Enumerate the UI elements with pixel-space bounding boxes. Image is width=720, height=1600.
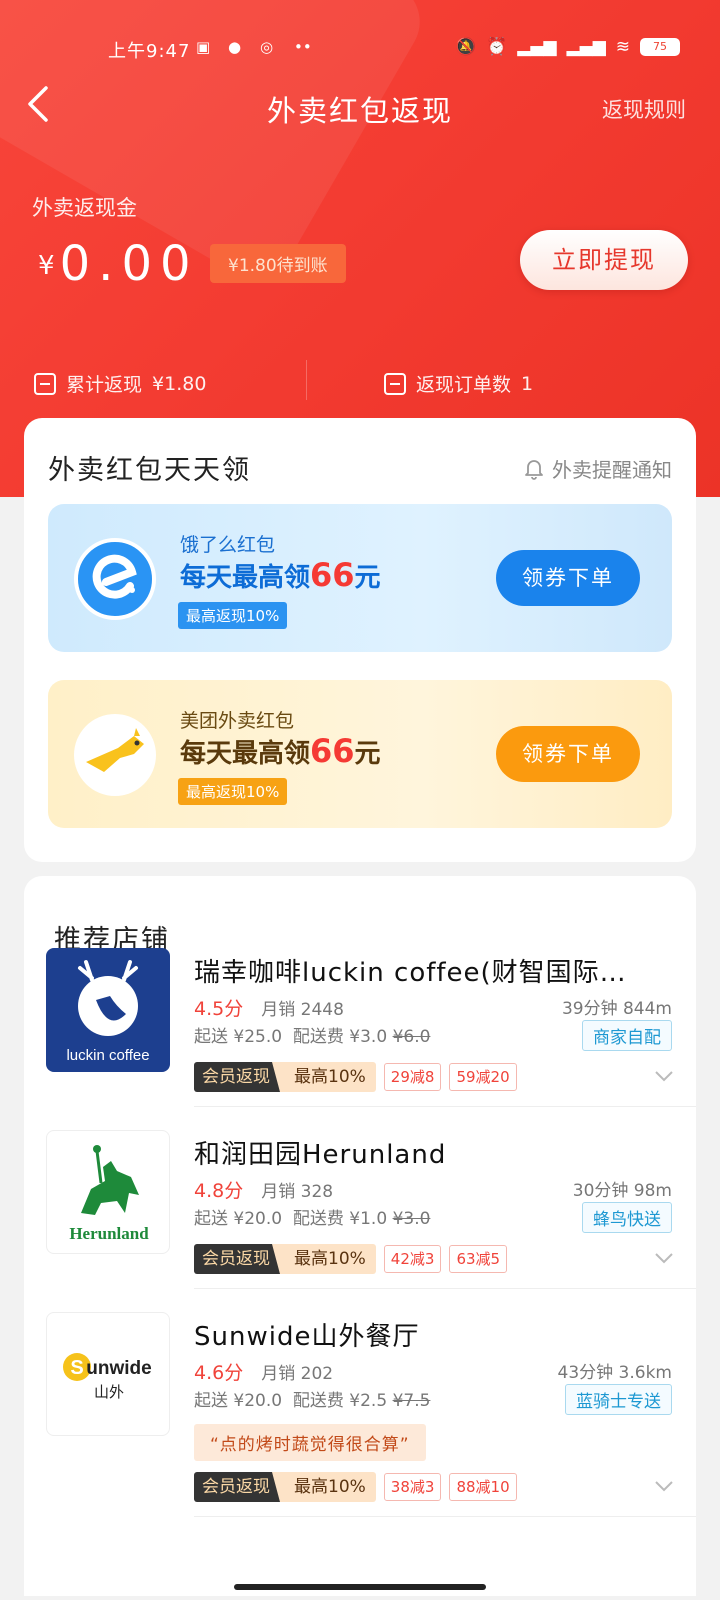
wifi-icon: ≋: [615, 37, 630, 57]
delivery-fee-old: ¥3.0: [392, 1209, 431, 1229]
eleme-brand: 饿了么红包: [180, 534, 276, 556]
delivery-fee-old: ¥6.0: [392, 1027, 431, 1047]
luckin-logo-icon: luckin coffee: [46, 948, 170, 1072]
top-nav: 外卖红包返现 返现规则: [0, 80, 720, 136]
withdraw-button[interactable]: 立即提现: [520, 230, 688, 290]
delivery-fee: 配送费 ¥1.0: [292, 1209, 388, 1229]
coupon-tag: 38减3: [383, 1473, 442, 1501]
chevron-down-icon[interactable]: [654, 1066, 674, 1087]
shop-item[interactable]: Herunland 和润田园Herunland 4.8分 月销 328 30分钟 …: [24, 1130, 696, 1312]
battery-icon: 75: [640, 38, 680, 56]
review-snippet: “点的烤时蔬觉得很合算”: [194, 1424, 426, 1461]
vip-cashback-tag: 会员返现 最高10%: [194, 1244, 376, 1274]
svg-text:山外: 山外: [94, 1383, 124, 1401]
balance-value: 0.00: [59, 236, 199, 292]
vip-cashback-tag: 会员返现 最高10%: [194, 1472, 376, 1502]
mute-icon: 🔕: [454, 37, 477, 57]
shop-name: 瑞幸咖啡luckin coffee(财智国际…: [194, 958, 627, 988]
vip-cashback-tag: 会员返现 最高10%: [194, 1062, 376, 1092]
delivery-fee: 配送费 ¥2.5: [292, 1391, 388, 1411]
min-order: 起送 ¥20.0: [194, 1391, 283, 1411]
shop-rating: 4.5分: [194, 998, 244, 1020]
order-icon: [384, 372, 406, 395]
notify-toggle[interactable]: 外卖提醒通知: [524, 454, 672, 483]
rules-link[interactable]: 返现规则: [602, 94, 686, 124]
shop-sales: 月销 2448: [261, 1000, 344, 1020]
stats-row: 累计返现 ¥1.80 返现订单数 1: [0, 360, 720, 404]
delivery-badge: 蜂鸟快送: [582, 1202, 672, 1233]
meituan-badge: 最高返现10%: [178, 778, 288, 805]
min-order: 起送 ¥25.0: [194, 1027, 283, 1047]
meituan-brand: 美团外卖红包: [180, 710, 295, 732]
coupon-tag: 59减20: [449, 1063, 517, 1091]
shop-name: 和润田园Herunland: [194, 1140, 447, 1170]
herunland-logo-icon: Herunland: [46, 1130, 170, 1254]
svg-text:luckin coffee: luckin coffee: [66, 1047, 149, 1064]
svg-text:S: S: [70, 1357, 83, 1379]
delivery-badge: 蓝骑士专送: [565, 1384, 672, 1415]
eleme-badge: 最高返现10%: [178, 602, 288, 629]
notification-icon: ▣: [196, 38, 211, 56]
shop-eta: 30分钟 98m: [572, 1181, 672, 1201]
wallet-icon: [34, 372, 56, 395]
sunwide-logo-icon: S unwide 山外: [46, 1312, 170, 1436]
shop-eta: 43分钟 3.6km: [557, 1363, 672, 1383]
shop-item[interactable]: S unwide 山外 Sunwide山外餐厅 4.6分 月销 202 43分钟 …: [24, 1312, 696, 1542]
svg-text:unwide: unwide: [86, 1358, 151, 1379]
eleme-logo-icon: [74, 538, 156, 620]
delivery-badge: 商家自配: [582, 1020, 672, 1051]
delivery-fee-old: ¥7.5: [392, 1391, 431, 1411]
currency-symbol: ¥: [38, 251, 55, 281]
meituan-order-button[interactable]: 领券下单: [496, 726, 640, 782]
bell-icon: [524, 458, 544, 480]
chevron-down-icon[interactable]: [654, 1476, 674, 1497]
daily-redpacket-card: 外卖红包天天领 外卖提醒通知 饿了么红包 每天最高领66元 最高返现10% 领券…: [24, 418, 696, 862]
recommended-shops-card: 推荐店铺 luckin coffee 瑞幸咖啡luckin coffee(财智国…: [24, 876, 696, 1596]
signal-icon: ▂▄▆: [566, 37, 606, 57]
coupon-tag: 88减10: [449, 1473, 517, 1501]
shop-sales: 月销 202: [261, 1364, 334, 1384]
signal-icon: ▂▄▆: [517, 37, 557, 57]
eleme-headline: 每天最高领66元: [180, 556, 381, 594]
coupon-tag: 42减3: [383, 1245, 442, 1273]
shop-rating: 4.6分: [194, 1362, 244, 1384]
eleme-order-button[interactable]: 领券下单: [496, 550, 640, 606]
app-icon: ◎: [260, 38, 274, 56]
status-bar: 上午9:47 ▣ ● ◎ •• 🔕 ⏰ ▂▄▆ ▂▄▆ ≋ 75: [0, 30, 720, 66]
alarm-icon: ⏰: [486, 37, 508, 57]
shop-item[interactable]: luckin coffee 瑞幸咖啡luckin coffee(财智国际… 4.…: [24, 948, 696, 1130]
shop-name: Sunwide山外餐厅: [194, 1322, 420, 1352]
more-icon: ••: [294, 38, 312, 56]
balance-label: 外卖返现金: [32, 196, 137, 220]
app-icon: ●: [228, 38, 242, 56]
coupon-tag: 63减5: [449, 1245, 508, 1273]
eleme-promo[interactable]: 饿了么红包 每天最高领66元 最高返现10% 领券下单: [48, 504, 672, 652]
shop-rating: 4.8分: [194, 1180, 244, 1202]
status-time: 上午9:47: [108, 41, 191, 62]
balance-amount: ¥ 0.00: [38, 236, 199, 292]
pending-badge: ¥1.80待到账: [210, 244, 346, 283]
home-indicator[interactable]: [234, 1584, 486, 1590]
chevron-down-icon[interactable]: [654, 1248, 674, 1269]
coupon-tag: 29减8: [383, 1063, 442, 1091]
section-title: 外卖红包天天领: [48, 455, 251, 486]
shop-eta: 39分钟 844m: [561, 999, 672, 1019]
meituan-kangaroo-icon: [74, 714, 156, 796]
min-order: 起送 ¥20.0: [194, 1209, 283, 1229]
total-cashback[interactable]: 累计返现 ¥1.80: [34, 370, 206, 397]
meituan-promo[interactable]: 美团外卖红包 每天最高领66元 最高返现10% 领券下单: [48, 680, 672, 828]
delivery-fee: 配送费 ¥3.0: [292, 1027, 388, 1047]
cashback-orders[interactable]: 返现订单数 1: [384, 370, 533, 397]
svg-text:Herunland: Herunland: [69, 1224, 149, 1243]
meituan-headline: 每天最高领66元: [180, 732, 381, 770]
shop-sales: 月销 328: [261, 1182, 334, 1202]
